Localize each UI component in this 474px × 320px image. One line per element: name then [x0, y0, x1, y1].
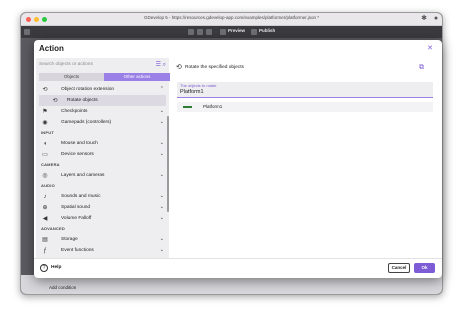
camera-icon: ◎ — [42, 173, 48, 179]
list-item-label: Object rotation extension — [61, 87, 115, 92]
dialog-title: Action — [39, 44, 64, 53]
param-value[interactable]: Platform1 — [180, 89, 204, 95]
list-item-sounds-and-music[interactable]: ♪ Sounds and music ⌄ — [39, 191, 166, 202]
add-condition-link[interactable]: Add condition — [49, 285, 76, 290]
ok-button[interactable]: Ok — [414, 263, 435, 273]
tab-other-actions[interactable]: Other actions — [104, 73, 170, 81]
list-item-label: Checkpoints — [61, 109, 88, 114]
list-item-spatial-sound[interactable]: ⊕ Spatial sound ⌄ — [39, 202, 166, 213]
chevron-down-icon: ⌄ — [159, 204, 164, 210]
chevron-down-icon: ⌄ — [159, 215, 164, 221]
object-list-item[interactable]: Platform1 — [177, 102, 433, 112]
preview-button[interactable]: Preview — [228, 28, 245, 33]
list-item-layers-and-cameras[interactable]: ◎ Layers and cameras ⌄ — [39, 170, 166, 181]
help-button[interactable]: Help — [51, 265, 61, 270]
object-label: Platform1 — [203, 104, 223, 109]
help-icon[interactable]: ? — [40, 264, 48, 272]
window-title: GDevelop 5 - https://resources.gdevelop-… — [143, 15, 320, 20]
profile-icon[interactable]: ● — [432, 15, 440, 23]
list-item-mouse-and-touch[interactable]: ◖ Mouse and touch ⌄ — [39, 138, 166, 149]
list-item-storage[interactable]: ▤ Storage ⌄ — [39, 234, 166, 245]
list-item-label: Rotate objects — [67, 98, 98, 103]
list-item-object-rotation-extension[interactable]: ⟲ Object rotation extension ⌃ — [39, 84, 166, 95]
list-item-label: Volume Falloff — [61, 216, 92, 221]
toolbar-tool-icon[interactable] — [188, 29, 194, 35]
browser-titlebar: GDevelop 5 - https://resources.gdevelop-… — [21, 13, 442, 26]
volume-icon: ◀ — [42, 216, 48, 222]
sensor-icon: ▭ — [42, 152, 48, 158]
chevron-up-icon: ⌃ — [159, 86, 164, 92]
list-item-label: Mouse and touch — [61, 141, 98, 146]
mouse-icon: ◖ — [43, 141, 47, 147]
list-item-label: Layers and cameras — [61, 173, 105, 178]
list-item-volume-falloff[interactable]: ◀ Volume Falloff ⌄ — [39, 213, 166, 224]
objects-to-rotate-field[interactable]: The objects to rotate Platform1 — [177, 82, 433, 98]
panel-tabs: Objects Other actions — [39, 73, 170, 81]
close-icon[interactable]: ✕ — [427, 44, 433, 52]
rotate-icon: ⟲ — [42, 87, 48, 93]
chevron-down-icon: ⌄ — [159, 193, 164, 199]
app-toolbar: Preview Publish — [21, 26, 442, 38]
checkpoint-icon: ⚑ — [42, 109, 48, 115]
filter-icon[interactable]: ☰ — [156, 62, 161, 68]
rotate-icon: ⟲ — [52, 98, 58, 104]
chevron-down-icon: ⌄ — [159, 108, 164, 114]
list-item-label: Sounds and music — [61, 194, 101, 199]
list-item-label: Spatial sound — [61, 205, 91, 210]
list-item-checkpoints[interactable]: ⚑ Checkpoints ⌄ — [39, 106, 166, 117]
list-item-gamepads[interactable]: ◉ Gamepads (controllers) ⌄ — [39, 117, 166, 128]
tab-objects[interactable]: Objects — [39, 73, 104, 81]
preview-icon[interactable] — [220, 29, 226, 35]
search-input[interactable]: Search objects or actions — [39, 62, 93, 67]
action-list-panel: Search objects or actions ☰ ⌕ Objects Ot… — [36, 58, 170, 258]
footer-divider — [34, 258, 442, 259]
list-item-label: Device sensors — [61, 152, 94, 157]
action-title: Rotate the specified objects — [185, 65, 244, 70]
section-advanced: ADVANCED — [41, 226, 65, 231]
filter-search-icons: ☰ ⌕ — [156, 61, 166, 69]
open-external-icon[interactable]: ⧉ — [419, 64, 424, 72]
chevron-down-icon: ⌄ — [159, 172, 164, 178]
spatial-sound-icon: ⊕ — [42, 205, 48, 211]
param-label: The objects to rotate — [180, 83, 217, 88]
action-dialog: Action ✕ Search objects or actions ☰ ⌕ O… — [34, 40, 442, 278]
section-camera: CAMERA — [41, 162, 60, 167]
list-item-label: Gamepads (controllers) — [61, 120, 112, 125]
list-item-event-functions[interactable]: ƒ Event functions ⌄ — [39, 245, 166, 256]
list-item-label: Event functions — [61, 248, 94, 253]
chevron-down-icon: ⌄ — [159, 236, 164, 242]
function-icon: ƒ — [43, 248, 47, 254]
project-icon[interactable] — [24, 29, 30, 35]
gamepad-icon: ◉ — [42, 120, 48, 126]
storage-icon: ▤ — [42, 237, 48, 243]
list-item-label: Storage — [61, 237, 78, 242]
publish-icon[interactable] — [251, 29, 257, 35]
rotate-icon: ⟲ — [176, 64, 182, 71]
list-scrollbar[interactable] — [167, 116, 169, 212]
extensions-icon[interactable]: ✱ — [420, 15, 428, 23]
section-input: INPUT — [41, 130, 54, 135]
chevron-down-icon: ⌄ — [159, 140, 164, 146]
search-icon[interactable]: ⌕ — [163, 62, 166, 68]
publish-button[interactable]: Publish — [259, 28, 275, 33]
chevron-down-icon: ⌄ — [159, 119, 164, 125]
events-sheet-background: Add condition — [21, 275, 442, 294]
cancel-button[interactable]: Cancel — [388, 263, 410, 273]
list-item-rotate-objects[interactable]: ⟲ Rotate objects — [39, 95, 166, 106]
search-field[interactable]: Search objects or actions ☰ ⌕ — [39, 61, 166, 70]
object-thumbnail — [183, 106, 192, 108]
toolbar-tool-icon[interactable] — [197, 29, 203, 35]
list-item-device-sensors[interactable]: ▭ Device sensors ⌄ — [39, 149, 166, 160]
page: GDevelop 5 - https://resources.gdevelop-… — [0, 0, 474, 320]
chevron-down-icon: ⌄ — [159, 247, 164, 253]
chevron-down-icon: ⌄ — [159, 151, 164, 157]
toolbar-tool-icon[interactable] — [206, 29, 212, 35]
music-icon: ♪ — [43, 194, 47, 200]
section-audio: AUDIO — [41, 183, 55, 188]
